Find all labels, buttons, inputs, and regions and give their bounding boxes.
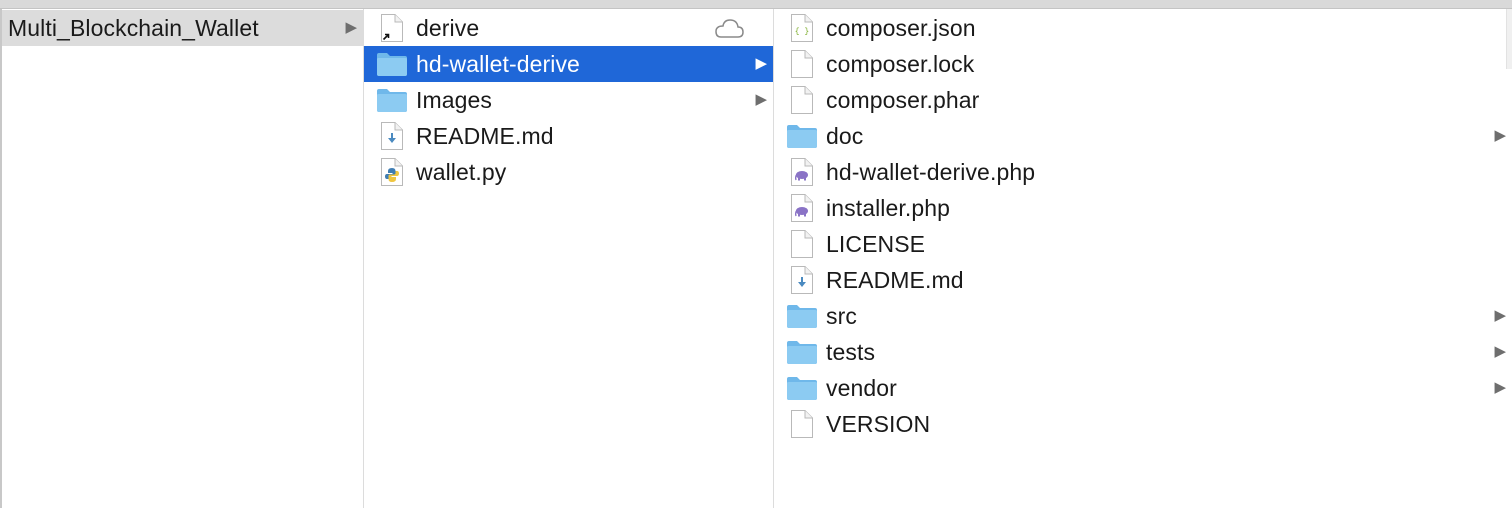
- item-label: vendor: [826, 375, 897, 401]
- folder-icon: [376, 82, 408, 118]
- markdown-file-icon: [376, 118, 408, 154]
- column-3-item-hd-wallet-derive-php[interactable]: hd-wallet-derive.php: [774, 154, 1512, 190]
- column-3-item-composer-json[interactable]: { } composer.json: [774, 10, 1512, 46]
- item-label: VERSION: [826, 411, 931, 437]
- disclosure-arrow-icon: ▶: [1494, 307, 1506, 324]
- column-3[interactable]: { } composer.json composer.lock composer.ph…: [774, 9, 1512, 508]
- item-label: wallet.py: [416, 159, 507, 185]
- item-label: hd-wallet-derive: [416, 51, 580, 77]
- column-3-item-doc[interactable]: doc ▶: [774, 118, 1512, 154]
- column-3-item-version[interactable]: VERSION: [774, 406, 1512, 442]
- folder-icon: [376, 46, 408, 82]
- column-3-item-installer-php[interactable]: installer.php: [774, 190, 1512, 226]
- column-3-item-tests[interactable]: tests ▶: [774, 334, 1512, 370]
- column-3-item-composer-lock[interactable]: composer.lock: [774, 46, 1512, 82]
- item-label: doc: [826, 123, 864, 149]
- disclosure-arrow-icon: ▶: [1494, 127, 1506, 144]
- item-label: README.md: [416, 123, 554, 149]
- svg-text:{ }: { }: [795, 28, 809, 37]
- blank-file-icon: [786, 46, 818, 82]
- disclosure-arrow-icon: ▶: [1494, 343, 1506, 360]
- json-file-icon: { }: [786, 10, 818, 46]
- column-3-item-license[interactable]: LICENSE: [774, 226, 1512, 262]
- blank-file-icon: [786, 406, 818, 442]
- folder-icon: [786, 298, 818, 334]
- blank-file-icon: [786, 226, 818, 262]
- column-3-item-composer-phar[interactable]: composer.phar: [774, 82, 1512, 118]
- item-label: Images: [416, 87, 493, 113]
- item-label: composer.json: [826, 15, 976, 41]
- column-1-item-multi-blockchain-wallet[interactable]: Multi_Blockchain_Wallet ▶: [2, 10, 363, 46]
- disclosure-arrow-icon: ▶: [755, 55, 767, 72]
- item-label: hd-wallet-derive.php: [826, 159, 1036, 185]
- blank-file-icon: [786, 82, 818, 118]
- folder-icon: [786, 370, 818, 406]
- item-label: LICENSE: [826, 231, 926, 257]
- php-file-icon: [786, 190, 818, 226]
- folder-icon: [786, 334, 818, 370]
- disclosure-arrow-icon: ▶: [345, 19, 357, 36]
- column-3-item-vendor[interactable]: vendor ▶: [774, 370, 1512, 406]
- item-label: installer.php: [826, 195, 951, 221]
- item-label: tests: [826, 339, 876, 365]
- python-file-icon: [376, 154, 408, 190]
- scrollbar-edge[interactable]: [1506, 9, 1512, 69]
- item-label: README.md: [826, 267, 964, 293]
- disclosure-arrow-icon: ▶: [1494, 379, 1506, 396]
- folder-icon: [786, 118, 818, 154]
- alias-file-icon: [376, 10, 408, 46]
- window-top-edge: [0, 0, 1512, 9]
- markdown-file-icon: [786, 262, 818, 298]
- item-label: composer.lock: [826, 51, 975, 77]
- item-label: src: [826, 303, 857, 329]
- php-file-icon: [786, 154, 818, 190]
- column-1[interactable]: Multi_Blockchain_Wallet ▶: [0, 9, 364, 508]
- item-label: derive: [416, 15, 480, 41]
- column-3-item-src[interactable]: src ▶: [774, 298, 1512, 334]
- icloud-icon: [713, 17, 745, 39]
- column-2-item-hd-wallet-derive[interactable]: hd-wallet-derive ▶: [364, 46, 773, 82]
- disclosure-arrow-icon: ▶: [755, 91, 767, 108]
- column-3-item-readme-md[interactable]: README.md: [774, 262, 1512, 298]
- item-label: Multi_Blockchain_Wallet: [8, 15, 259, 41]
- column-2-item-images[interactable]: Images ▶: [364, 82, 773, 118]
- item-label: composer.phar: [826, 87, 980, 113]
- column-2-item-derive[interactable]: derive: [364, 10, 773, 46]
- column-2-item-readme-md[interactable]: README.md: [364, 118, 773, 154]
- column-2-item-wallet-py[interactable]: wallet.py: [364, 154, 773, 190]
- column-2[interactable]: derive hd-wallet-derive ▶ Images ▶ README.md w…: [364, 9, 774, 508]
